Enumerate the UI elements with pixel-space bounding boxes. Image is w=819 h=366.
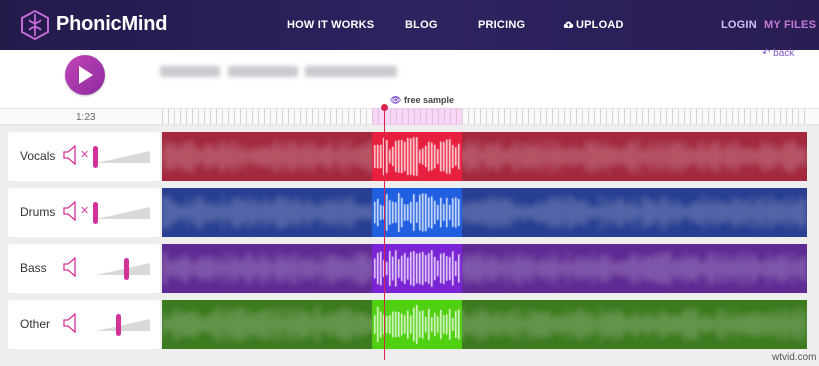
track-name: Drums [20,205,56,219]
track-controls-vocals: Vocals ✕ [8,132,160,181]
watermark-text: wtvid.com [772,352,817,363]
eye-icon: 👁 [390,95,402,105]
nav-how-it-works[interactable]: HOW IT WORKS [287,19,374,31]
nav-blog[interactable]: BLOG [405,19,438,31]
timeline-ticks [162,109,807,124]
blurred-song-title [228,66,298,77]
waveform-bass[interactable] [162,244,807,293]
volume-slider-handle[interactable] [116,314,121,336]
waveform-other[interactable] [162,300,807,349]
speaker-muted-icon[interactable] [63,201,79,221]
playhead-handle[interactable] [381,104,388,111]
track-controls-other: Other [8,300,160,349]
mute-x-icon: ✕ [80,149,90,161]
blurred-song-title [305,66,397,77]
volume-slider-handle[interactable] [93,146,98,168]
volume-slider-handle[interactable] [124,258,129,280]
current-time: 1:23 [76,112,96,123]
playhead-line[interactable] [384,106,385,360]
top-navigation-bar: PhonicMind HOW IT WORKS BLOG PRICING UPL… [0,0,819,50]
volume-slider-track[interactable] [96,207,150,219]
track-controls-bass: Bass [8,244,160,293]
brand-name[interactable]: PhonicMind [56,13,168,36]
free-sample-text: free sample [403,95,454,105]
login-link[interactable]: LOGIN [721,19,757,31]
phonicmind-logo-icon[interactable] [19,10,51,40]
back-link-label: back [773,48,795,59]
cloud-upload-icon [563,21,574,29]
play-button[interactable] [65,55,105,95]
nav-upload[interactable]: UPLOAD [563,19,624,31]
back-arrow-icon: ↶ [762,48,771,59]
volume-slider-track[interactable] [96,263,150,275]
track-name: Vocals [20,149,56,163]
mute-x-icon: ✕ [80,205,90,217]
volume-slider-track[interactable] [96,151,150,163]
blurred-song-title [160,66,220,77]
track-name: Bass [20,261,47,275]
waveform-drums[interactable] [162,188,807,237]
volume-slider-handle[interactable] [93,202,98,224]
waveform-vocals[interactable] [162,132,807,181]
volume-slider-track[interactable] [96,319,150,331]
speaker-muted-icon[interactable] [63,145,79,165]
nav-upload-label: UPLOAD [576,19,624,31]
nav-pricing[interactable]: PRICING [478,19,525,31]
speaker-icon[interactable] [63,257,79,277]
my-files-link[interactable]: MY FILES [764,19,816,31]
speaker-icon[interactable] [63,313,79,333]
back-link[interactable]: ↶ back [762,48,794,59]
free-sample-label: 👁 free sample [390,95,454,106]
track-name: Other [20,317,51,331]
play-icon [79,66,93,84]
track-controls-drums: Drums ✕ [8,188,160,237]
